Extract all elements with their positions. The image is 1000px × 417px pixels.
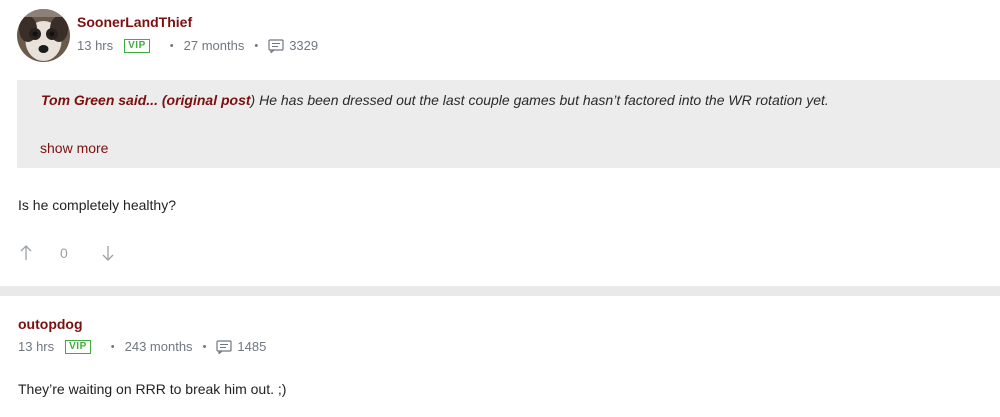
message-square-icon bbox=[216, 339, 233, 355]
post-time: 13 hrs bbox=[18, 339, 55, 354]
arrow-down-icon[interactable] bbox=[100, 244, 116, 262]
separator-dot: • bbox=[110, 340, 115, 353]
quote-body: He has been dressed out the last couple … bbox=[255, 92, 829, 108]
quote-text: Tom Green said... (original post) He has… bbox=[41, 92, 829, 108]
post-body: They’re waiting on RRR to break him out.… bbox=[18, 381, 287, 397]
quote-author[interactable]: Tom Green said... bbox=[41, 92, 158, 108]
separator-dot: • bbox=[169, 39, 174, 52]
username-link[interactable]: SoonerLandThief bbox=[77, 14, 192, 30]
post-meta: 13 hrs VIP • 27 months • 3329 bbox=[77, 38, 319, 54]
original-post-link[interactable]: original post bbox=[167, 92, 251, 108]
membership-length: 243 months bbox=[124, 339, 193, 354]
username-link[interactable]: outopdog bbox=[18, 316, 83, 332]
avatar[interactable] bbox=[17, 9, 70, 62]
vip-badge: VIP bbox=[65, 339, 91, 354]
forum-post: SoonerLandThief 13 hrs VIP • 27 months •… bbox=[0, 0, 1000, 286]
quote-block: Tom Green said... (original post) He has… bbox=[17, 80, 1000, 168]
message-square-icon bbox=[268, 38, 284, 54]
post-count: 3329 bbox=[289, 38, 319, 53]
post-meta: 13 hrs VIP • 243 months • 1485 bbox=[18, 339, 267, 355]
separator-dot: • bbox=[254, 39, 259, 52]
vote-controls: 0 bbox=[18, 244, 116, 262]
membership-length: 27 months bbox=[183, 38, 245, 53]
avatar-dog-image bbox=[17, 9, 70, 62]
vip-badge: VIP bbox=[124, 38, 150, 53]
post-body: Is he completely healthy? bbox=[18, 197, 176, 213]
separator-dot: • bbox=[202, 340, 207, 353]
vote-count: 0 bbox=[60, 245, 68, 261]
show-more-button[interactable]: show more bbox=[40, 140, 108, 156]
arrow-up-icon[interactable] bbox=[18, 244, 34, 262]
post-count: 1485 bbox=[237, 339, 267, 354]
forum-post: outopdog 13 hrs VIP • 243 months • 1485 … bbox=[0, 296, 1000, 417]
post-time: 13 hrs bbox=[77, 38, 114, 53]
